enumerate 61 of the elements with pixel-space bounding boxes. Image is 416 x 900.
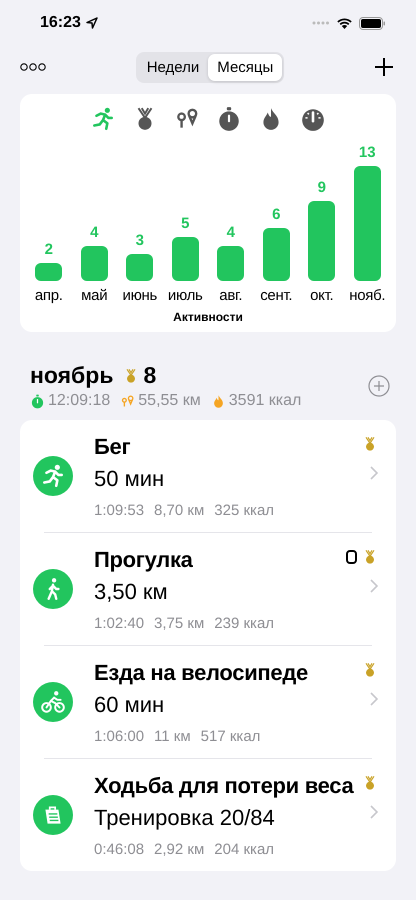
stat-text: 1:09:53 (94, 502, 144, 518)
axis-title: Активности (172, 310, 244, 324)
month-title: ноябрь (30, 362, 114, 389)
value-label: 3 (136, 232, 144, 250)
activity-value: 3,50 км (94, 578, 169, 604)
bar (217, 246, 244, 281)
more-icon[interactable] (20, 63, 46, 71)
month-label: нояб. (349, 287, 386, 304)
value-label: 13 (358, 144, 376, 161)
activity-value: Тренировка 20/84 (94, 804, 276, 830)
month-label: авг. (219, 287, 242, 304)
stat-text: 517 ккал (200, 728, 260, 744)
month-label: окт. (310, 287, 334, 304)
activity-value: 60 мин (94, 692, 166, 718)
battery-icon (359, 16, 386, 30)
value-label: 5 (181, 214, 190, 232)
distance-icon (120, 394, 136, 408)
clock-time: 16:23 (40, 14, 81, 32)
location-arrow-icon (86, 17, 98, 29)
run-icon (40, 463, 66, 489)
value-label: 4 (226, 224, 235, 241)
stat-text: 325 ккал (214, 502, 274, 518)
month-label: июнь (122, 287, 158, 304)
activity-title: Прогулка (94, 546, 194, 572)
month-label: апр. (34, 287, 63, 304)
signal-icon (312, 21, 330, 25)
medal-count: 8 (143, 362, 156, 389)
month-label: июль (168, 287, 203, 304)
stat-text: 55,55 км (138, 392, 201, 410)
wifi-icon (336, 17, 353, 29)
stat-text: 12:09:18 (48, 392, 110, 410)
bike-icon (40, 689, 66, 715)
stat-text: 1:06:00 (94, 728, 144, 744)
value-label: 9 (318, 179, 326, 196)
segment-tab[interactable]: Месяцы (208, 54, 282, 80)
month-label: сент. (260, 287, 292, 304)
stat-text: 3591 ккал (228, 392, 302, 410)
bar (172, 236, 199, 281)
activity-value: 50 мин (94, 466, 166, 492)
stat-text: 1:02:40 (94, 614, 144, 632)
activity-title: Езда на велосипеде (94, 660, 309, 686)
bar (80, 246, 108, 281)
time-icon (30, 394, 45, 408)
stat-text: 2,92 км (154, 840, 204, 858)
bar (126, 254, 154, 281)
stat-text: 3,75 км (154, 614, 204, 632)
value-label: 6 (272, 206, 280, 223)
value-label: 2 (44, 241, 53, 258)
activity-title: Ходьба для потери веса (94, 772, 355, 798)
bar (35, 263, 62, 281)
add-icon[interactable] (374, 57, 394, 77)
month-label: май (81, 287, 108, 304)
stat-text: 204 ккал (214, 840, 274, 858)
bar (262, 228, 290, 281)
segment-tab[interactable]: Недели (138, 54, 208, 80)
stat-text: 239 ккал (214, 614, 274, 632)
activity-title: Бег (94, 434, 132, 460)
stat-text: 0:46:08 (94, 840, 144, 858)
stat-text: 8,70 км (154, 502, 204, 518)
stat-text: 11 км (154, 728, 191, 744)
value-label: 4 (90, 224, 98, 241)
